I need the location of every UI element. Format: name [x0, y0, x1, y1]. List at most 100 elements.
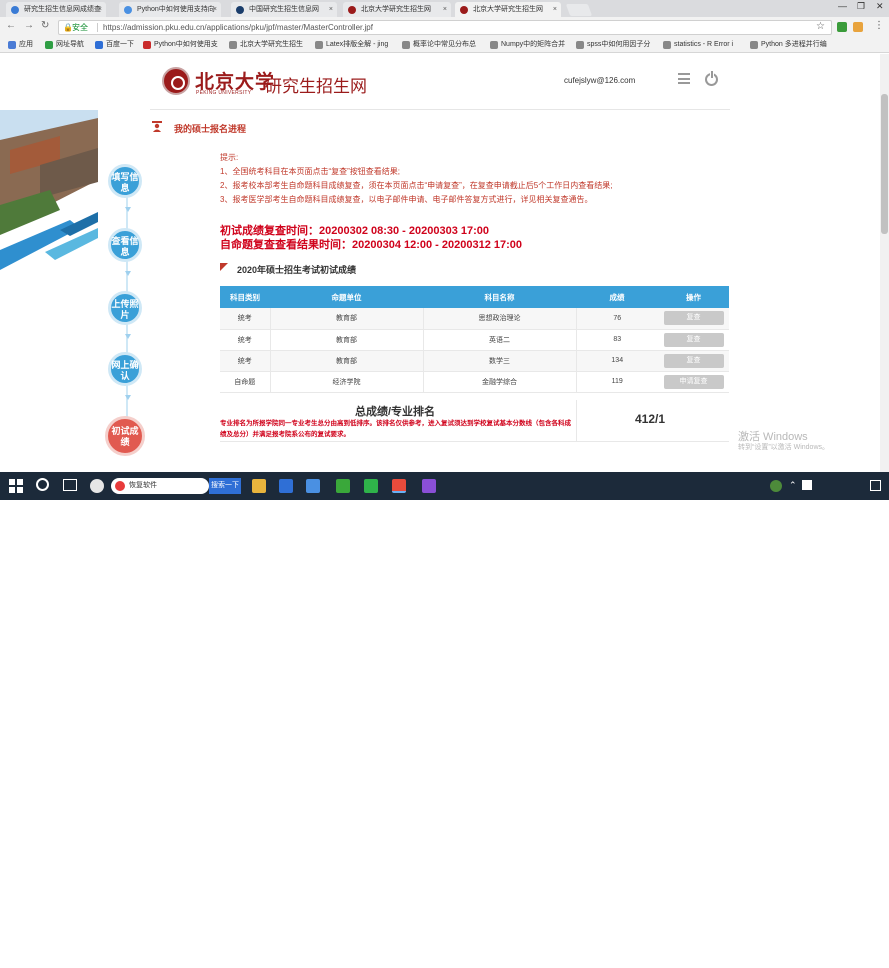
bookmark-icon	[95, 41, 103, 49]
browser-tab-active[interactable]: 北京大学研究生招生网 ×	[455, 2, 561, 17]
bookmark-item[interactable]: spss中如何用因子分	[576, 40, 650, 50]
tab-close-icon[interactable]: ×	[443, 2, 447, 17]
column-header: 科目名称	[423, 286, 576, 308]
bookmark-item[interactable]: statistics - R Error i	[663, 40, 733, 50]
score-table: 科目类别 命题单位 科目名称 成绩 操作 统考 教育部 思想政治理论 76 复查…	[220, 286, 729, 393]
address-bar[interactable]: 🔒 安全 https://admission.pku.edu.cn/applic…	[58, 20, 832, 35]
cell-unit: 经济学院	[269, 371, 423, 393]
divider	[576, 400, 577, 442]
tab-favicon-icon	[124, 6, 132, 14]
minimize-icon[interactable]: —	[838, 1, 847, 11]
bookmark-icon	[315, 41, 323, 49]
back-icon[interactable]: ←	[6, 20, 16, 31]
step-upload-photo[interactable]: 上传照片	[108, 291, 142, 325]
cell-category: 自命题	[220, 371, 270, 393]
bookmark-item[interactable]: Python 多进程并行编	[750, 40, 827, 50]
step-fill-info[interactable]: 填写信息	[108, 164, 142, 198]
bookmark-icon	[663, 41, 671, 49]
bookmark-star-icon[interactable]: ☆	[816, 20, 825, 33]
review-button[interactable]: 复查	[663, 311, 724, 326]
bookmark-icon	[45, 41, 53, 49]
restore-icon[interactable]: ❐	[857, 1, 865, 12]
app-icon[interactable]	[364, 479, 378, 493]
cell-unit: 教育部	[269, 308, 423, 330]
new-tab-button[interactable]	[565, 4, 593, 16]
notification-icon[interactable]	[870, 480, 881, 491]
tray-up-icon[interactable]: ⌃	[789, 480, 797, 491]
bookmark-item[interactable]: Numpy中的矩阵合并	[490, 40, 565, 50]
section-title: 我的硕士报名进程	[174, 124, 247, 134]
browser-tab[interactable]: 中国研究生招生信息网 ×	[231, 2, 337, 17]
cell-unit: 教育部	[269, 329, 423, 351]
reload-icon[interactable]: ↻	[41, 20, 49, 31]
close-window-icon[interactable]: ✕	[876, 1, 884, 12]
bookmark-item[interactable]: Python中如何使用支	[143, 40, 218, 50]
cell-subject: 英语二	[422, 329, 576, 351]
step-arrow-icon	[125, 271, 131, 276]
task-view-icon[interactable]	[63, 479, 77, 491]
menu-icon[interactable]	[678, 73, 690, 84]
app-icon[interactable]	[336, 479, 350, 493]
tab-close-icon[interactable]: ×	[553, 2, 557, 17]
bookmarks-bar: 应用 网址导航 百度一下 Python中如何使用支 北京大学研究生招生 Late…	[0, 37, 889, 53]
ranking-note: 专业排名为所报学院同一专业考生总分由高到低排序。该排名仅供参考，进入复试须达到学…	[220, 420, 571, 438]
app-icon[interactable]	[422, 479, 436, 493]
tab-label: 北京大学研究生招生网	[361, 6, 431, 13]
settings-gear-icon[interactable]	[90, 479, 104, 493]
bookmark-item[interactable]: 应用	[8, 40, 33, 50]
tips-heading: 提示:	[220, 153, 239, 162]
taskbar-search-button[interactable]: 搜索一下	[209, 478, 241, 494]
browser-tab[interactable]: 北京大学研究生招生网 ×	[343, 2, 451, 17]
total-value: 412/1	[635, 412, 666, 426]
cell-unit: 教育部	[269, 350, 423, 372]
step-arrow-icon	[125, 207, 131, 212]
clock-date: 2020/2/22	[818, 959, 850, 966]
bookmark-item[interactable]: 百度一下	[95, 40, 134, 50]
apply-review-button[interactable]: 申请复查	[663, 374, 724, 389]
review-button[interactable]: 复查	[663, 332, 724, 347]
cell-subject: 思想政治理论	[422, 308, 576, 330]
logout-power-icon[interactable]	[705, 71, 718, 86]
file-explorer-icon[interactable]	[252, 479, 266, 493]
column-header: 成绩	[576, 286, 658, 308]
chrome-icon[interactable]	[392, 479, 406, 493]
tab-label: 研究生招生信息网成绩查	[24, 6, 101, 13]
bookmark-item[interactable]: Latex排版全解 - jing	[315, 40, 388, 50]
edge-browser-icon[interactable]	[279, 479, 293, 493]
review-button[interactable]: 复查	[663, 353, 724, 368]
store-icon[interactable]	[306, 479, 320, 493]
tab-close-icon[interactable]: ×	[329, 2, 333, 17]
step-view-info[interactable]: 查看信息	[108, 228, 142, 262]
forward-icon[interactable]: →	[24, 20, 34, 31]
extension-icon[interactable]	[837, 22, 847, 32]
bookmark-item[interactable]: 网址导航	[45, 40, 84, 50]
bookmark-item[interactable]: 概率论中常见分布总	[402, 40, 476, 50]
tray-icon[interactable]	[770, 480, 782, 492]
tab-close-icon[interactable]: ×	[213, 2, 217, 17]
step-arrow-icon	[125, 334, 131, 339]
menu-dots-icon[interactable]: ⋮	[874, 20, 884, 31]
bookmark-item[interactable]: 北京大学研究生招生	[229, 40, 303, 50]
page-scrollbar[interactable]	[880, 54, 889, 472]
scrollbar-thumb[interactable]	[881, 94, 888, 234]
table-row: 统考 教育部 思想政治理论 76 复查	[220, 308, 729, 330]
tab-label: 北京大学研究生招生网	[473, 6, 543, 13]
bookmark-icon	[402, 41, 410, 49]
url-text[interactable]: https://admission.pku.edu.cn/application…	[103, 21, 373, 34]
tab-close-icon[interactable]: ×	[98, 2, 102, 17]
cortana-icon[interactable]	[36, 478, 49, 491]
extension-icon[interactable]	[853, 22, 863, 32]
column-header: 操作	[658, 286, 729, 308]
browser-tab[interactable]: Python中如何使用支持向 ×	[119, 2, 221, 17]
browser-tab[interactable]: 研究生招生信息网成绩查 ×	[6, 2, 106, 17]
tip-line: 1、全国统考科目在本页面点击“复查”按钮查看结果;	[220, 167, 400, 176]
cell-subject: 金融学综合	[422, 371, 576, 393]
review-result-time: 自命题复查查看结果时间：20200304 12:00 - 20200312 17…	[220, 239, 523, 251]
taskbar-clock[interactable]: 8:18 2020/2/22	[818, 948, 849, 968]
tip-line: 2、报考校本部考生自命题科目成绩复查，须在本页面点击“申请复查”，在复查申请截止…	[220, 181, 613, 190]
windows-start-icon[interactable]	[9, 479, 23, 493]
taskbar-search-input[interactable]: 恢复软件	[111, 478, 209, 494]
step-online-confirm[interactable]: 网上确认	[108, 352, 142, 386]
step-initial-score[interactable]: 初试成绩	[105, 416, 145, 456]
network-icon[interactable]	[802, 480, 812, 490]
